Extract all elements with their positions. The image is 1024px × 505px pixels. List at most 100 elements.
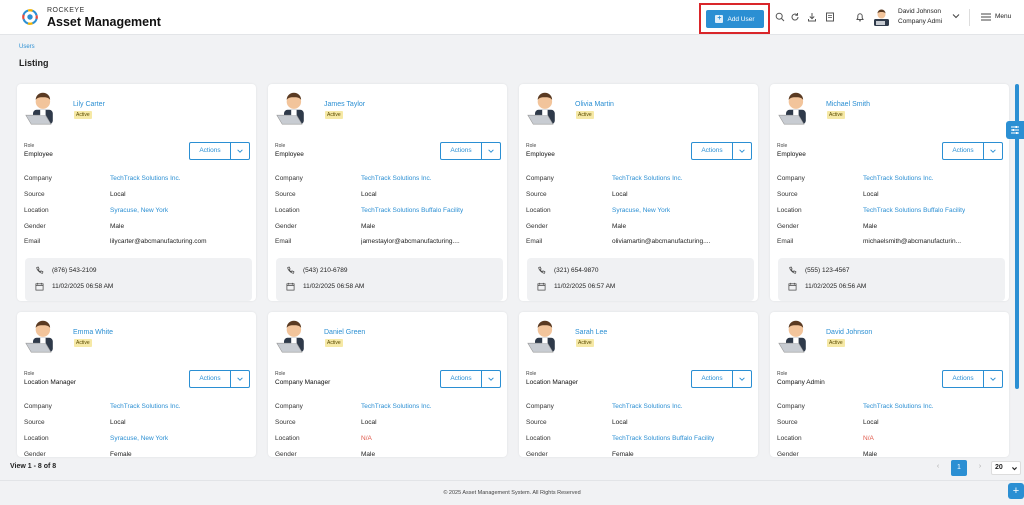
actions-dropdown[interactable]: Actions <box>189 142 250 160</box>
phone-icon <box>287 266 295 274</box>
chevron-down-icon[interactable] <box>231 371 249 387</box>
detail-row-email: Email jamestaylor@abcmanufacturing.... <box>275 238 501 247</box>
role-value: Company Manager <box>275 379 331 386</box>
filter-toggle-button[interactable] <box>1006 121 1024 139</box>
chevron-down-icon[interactable] <box>733 143 751 159</box>
actions-label[interactable]: Actions <box>943 143 984 159</box>
source-label: Source <box>526 191 547 198</box>
user-name-link[interactable]: Sarah Lee <box>575 329 607 336</box>
detail-row-source: Source Local <box>526 191 752 200</box>
location-value[interactable]: TechTrack Solutions Buffalo Facility <box>361 207 463 214</box>
detail-row-company: Company TechTrack Solutions Inc. <box>24 403 250 412</box>
refresh-icon[interactable] <box>790 12 800 22</box>
chevron-down-icon[interactable] <box>951 11 961 21</box>
user-card: James Taylor Active Role Employee Actions Com… <box>268 84 507 301</box>
chevron-down-icon[interactable] <box>231 143 249 159</box>
company-label: Company <box>526 403 554 410</box>
company-value[interactable]: TechTrack Solutions Inc. <box>110 175 181 182</box>
email-value: lilycarter@abcmanufacturing.com <box>110 238 207 245</box>
email-value: jamestaylor@abcmanufacturing.... <box>361 238 460 245</box>
actions-label[interactable]: Actions <box>441 371 482 387</box>
gender-value: Female <box>612 451 634 457</box>
detail-row-location: Location TechTrack Solutions Buffalo Faci… <box>275 207 501 216</box>
location-value[interactable]: TechTrack Solutions Buffalo Facility <box>612 435 714 442</box>
user-avatar[interactable] <box>872 7 892 27</box>
location-value[interactable]: Syracuse, New York <box>612 207 670 214</box>
hamburger-menu-icon[interactable] <box>981 13 991 21</box>
menu-label[interactable]: Menu <box>995 13 1011 20</box>
actions-dropdown[interactable]: Actions <box>440 370 501 388</box>
pager-next-icon[interactable]: › <box>974 461 986 473</box>
company-value[interactable]: TechTrack Solutions Inc. <box>612 175 683 182</box>
breadcrumb[interactable]: Users <box>19 44 35 50</box>
company-value[interactable]: TechTrack Solutions Inc. <box>110 403 181 410</box>
chevron-down-icon[interactable] <box>984 143 1002 159</box>
user-name-link[interactable]: Emma White <box>73 329 113 336</box>
avatar <box>778 92 806 125</box>
gender-value: Male <box>612 223 627 230</box>
user-card: Lily Carter Active Role Employee Actions Comp… <box>17 84 256 301</box>
detail-row-source: Source Local <box>777 419 1003 428</box>
company-value[interactable]: TechTrack Solutions Inc. <box>361 403 432 410</box>
per-page-select[interactable]: 20 <box>991 461 1021 475</box>
company-value[interactable]: TechTrack Solutions Inc. <box>612 403 683 410</box>
download-icon[interactable] <box>807 12 817 22</box>
add-user-button[interactable]: + Add User <box>706 10 764 28</box>
company-label: Company <box>777 403 805 410</box>
location-label: Location <box>275 435 300 442</box>
location-value[interactable]: TechTrack Solutions Buffalo Facility <box>863 207 965 214</box>
detail-row-source: Source Local <box>275 419 501 428</box>
brand-name-small: ROCKEYE <box>47 7 85 14</box>
detail-row-gender: Gender Male <box>275 223 501 232</box>
avatar <box>276 320 304 353</box>
actions-label[interactable]: Actions <box>692 143 733 159</box>
gender-label: Gender <box>275 223 297 230</box>
gender-label: Gender <box>275 451 297 457</box>
user-name-link[interactable]: James Taylor <box>324 101 365 108</box>
status-badge: Active <box>74 111 92 119</box>
pager-prev-icon[interactable]: ‹ <box>932 461 944 473</box>
location-value[interactable]: Syracuse, New York <box>110 207 168 214</box>
actions-label[interactable]: Actions <box>441 143 482 159</box>
pager-page-button[interactable]: 1 <box>951 460 967 476</box>
actions-dropdown[interactable]: Actions <box>189 370 250 388</box>
chevron-down-icon[interactable] <box>482 371 500 387</box>
actions-dropdown[interactable]: Actions <box>691 370 752 388</box>
current-user-name[interactable]: David Johnson <box>898 8 941 15</box>
current-user-role[interactable]: Company Admi <box>898 18 942 25</box>
user-name-link[interactable]: Olivia Martin <box>575 101 614 108</box>
location-value[interactable]: Syracuse, New York <box>110 435 168 442</box>
user-name-link[interactable]: David Johnson <box>826 329 872 336</box>
document-icon[interactable] <box>825 12 835 22</box>
actions-label[interactable]: Actions <box>190 143 231 159</box>
actions-label[interactable]: Actions <box>692 371 733 387</box>
chevron-down-icon <box>1012 467 1017 471</box>
chevron-down-icon[interactable] <box>482 143 500 159</box>
company-value[interactable]: TechTrack Solutions Inc. <box>863 403 934 410</box>
source-label: Source <box>275 191 296 198</box>
search-icon[interactable] <box>775 12 785 22</box>
user-name-link[interactable]: Lily Carter <box>73 101 105 108</box>
detail-row-gender: Gender Male <box>777 223 1003 232</box>
actions-dropdown[interactable]: Actions <box>440 142 501 160</box>
bell-icon[interactable] <box>855 12 865 22</box>
actions-label[interactable]: Actions <box>943 371 984 387</box>
company-value[interactable]: TechTrack Solutions Inc. <box>863 175 934 182</box>
source-label: Source <box>24 191 45 198</box>
chevron-down-icon[interactable] <box>984 371 1002 387</box>
detail-row-source: Source Local <box>24 191 250 200</box>
actions-dropdown[interactable]: Actions <box>942 370 1003 388</box>
contact-panel: (876) 543-2109 11/02/2025 06:58 AM <box>25 258 252 301</box>
detail-row-company: Company TechTrack Solutions Inc. <box>275 175 501 184</box>
chevron-down-icon[interactable] <box>733 371 751 387</box>
role-value: Employee <box>24 151 53 158</box>
user-name-link[interactable]: Michael Smith <box>826 101 870 108</box>
actions-label[interactable]: Actions <box>190 371 231 387</box>
detail-row-gender: Gender Male <box>24 223 250 232</box>
source-value: Local <box>612 191 628 198</box>
actions-dropdown[interactable]: Actions <box>691 142 752 160</box>
add-fab-button[interactable]: + <box>1008 483 1024 499</box>
company-value[interactable]: TechTrack Solutions Inc. <box>361 175 432 182</box>
actions-dropdown[interactable]: Actions <box>942 142 1003 160</box>
user-name-link[interactable]: Daniel Green <box>324 329 365 336</box>
